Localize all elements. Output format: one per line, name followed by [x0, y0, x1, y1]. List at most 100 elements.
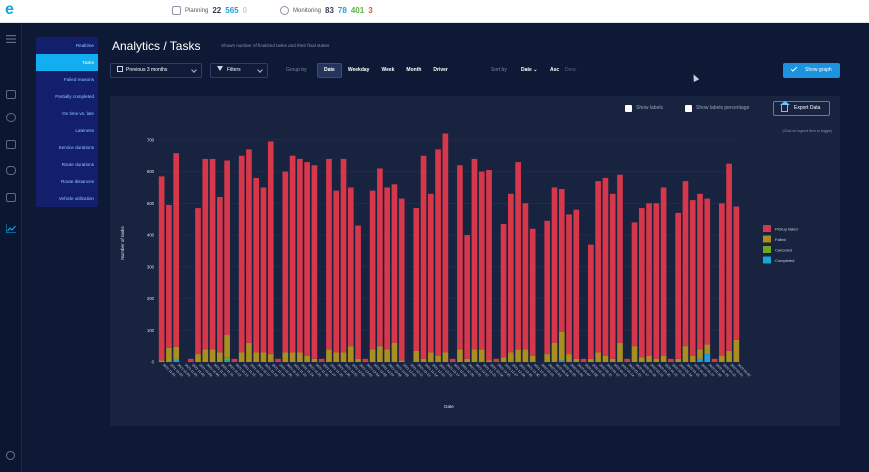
globe-icon[interactable] [6, 113, 16, 122]
bar-segment [646, 355, 652, 362]
sort-by-dropdown[interactable]: Date ⌄ [521, 63, 537, 78]
legend-label: Completed [775, 258, 794, 263]
monitoring-count-a: 83 [325, 6, 334, 15]
bar-segment [246, 149, 252, 343]
show-graph-button[interactable]: Show graph [783, 63, 840, 78]
bar-segment [384, 349, 390, 362]
bar-segment [631, 346, 638, 362]
bar-segment [529, 228, 536, 356]
tasks-bar-chart: 0 100 200 300 400 500 600 700 Number of tasks Dat… [120, 129, 832, 409]
nav-item-failed-reasons[interactable]: Failed reasons [36, 71, 98, 88]
grid-icon[interactable] [6, 90, 16, 99]
show-labels-percentage-toggle[interactable]: Show labels percentage [685, 103, 749, 113]
bar-segment [631, 222, 638, 347]
filter-icon [217, 66, 223, 71]
legend-label: Canceled [775, 247, 792, 252]
nav-item-tasks[interactable]: Tasks [36, 54, 98, 71]
export-data-button[interactable]: Export Data [773, 101, 830, 116]
chevron-down-icon [191, 67, 197, 73]
show-labels-toggle[interactable]: Show labels [625, 103, 663, 113]
bar-segment [566, 214, 572, 355]
bar-segment [668, 358, 674, 362]
bar-segment [471, 349, 478, 362]
bar-segment [347, 346, 354, 362]
people-icon[interactable] [6, 140, 16, 149]
bar-segment [398, 360, 405, 362]
bar-segment [311, 358, 318, 362]
monitoring-status[interactable]: Monitoring 83 78 401 3 [280, 6, 373, 15]
bar-segment [726, 350, 732, 362]
bar-segment [377, 168, 383, 347]
calendar-icon[interactable] [6, 193, 16, 202]
nav-item-partially-completed[interactable]: Partially completed [36, 88, 98, 105]
bar-segment [500, 357, 507, 362]
bar-segment [478, 349, 485, 362]
show-labels-percentage-checkbox[interactable] [685, 104, 692, 112]
planning-label: Planning [185, 7, 209, 14]
bar-segment [457, 349, 463, 362]
bar-segment [333, 352, 340, 362]
show-labels-percentage-text: Show labels percentage [696, 105, 750, 111]
app-logo[interactable]: e [5, 1, 14, 19]
bar-segment [617, 174, 623, 343]
y-tick-label: 200 [147, 296, 155, 301]
period-dropdown[interactable]: Previous 3 months [110, 63, 202, 78]
bar-segment [508, 193, 514, 353]
bar-segment [398, 198, 405, 361]
nav-item-route-distances[interactable]: Route distances [36, 173, 98, 190]
bar-segment [173, 153, 180, 347]
bar-segment [173, 346, 180, 360]
show-graph-label: Show graph [805, 67, 832, 73]
nav-item-lateness[interactable]: Lateness [36, 122, 98, 139]
bar-segment [369, 349, 376, 362]
group-by-driver[interactable]: Driver [427, 63, 453, 78]
group-by-month[interactable]: Month [400, 63, 427, 78]
planning-count-total: 22 [212, 6, 222, 15]
nav-item-service-durations[interactable]: Service durations [36, 139, 98, 156]
bar-segment [551, 187, 558, 343]
bar-segment [689, 200, 696, 356]
bar-segment [289, 155, 296, 353]
bar-segment [660, 355, 667, 362]
bar-segment [449, 358, 456, 362]
planning-status[interactable]: Planning 22 565 0 [172, 6, 247, 15]
bar-segment [711, 358, 718, 362]
bar-segment [638, 357, 645, 362]
bar-segment [347, 187, 354, 347]
group-by-weekday[interactable]: Weekday [342, 63, 376, 78]
bar-segment [682, 181, 689, 347]
analytics-icon[interactable] [5, 220, 16, 234]
bar-segment [340, 352, 347, 362]
bar-segment [166, 204, 172, 348]
bar-segment [464, 358, 471, 362]
monitoring-count-c: 401 [350, 6, 365, 15]
route-icon[interactable] [6, 166, 16, 175]
sort-by-label: Sort by [491, 67, 507, 73]
show-labels-checkbox[interactable] [625, 104, 632, 112]
bar-segment [653, 203, 660, 359]
menu-icon[interactable] [6, 30, 16, 43]
bar-segment [609, 358, 616, 362]
sort-desc-option[interactable]: Desc [565, 63, 576, 78]
monitoring-count-b: 78 [337, 6, 347, 15]
show-labels-text: Show labels [636, 105, 663, 111]
legend-swatch [763, 256, 771, 264]
nav-item-on-time-vs-late[interactable]: On time vs. late [36, 105, 98, 122]
bar-segment [217, 352, 223, 362]
nav-item-vehicle-utilization[interactable]: Vehicle utilization [36, 190, 98, 207]
bar-segment [515, 162, 521, 350]
group-by-options: Date Weekday Week Month Driver [317, 63, 454, 78]
nav-item-route-durations[interactable]: Route durations [36, 156, 98, 173]
bar-segment [311, 165, 318, 359]
nav-item-realtime[interactable]: Realtime [36, 37, 98, 54]
group-by-date[interactable]: Date [317, 63, 342, 78]
sort-asc-option[interactable]: Asc [550, 63, 559, 78]
bar-segment [522, 203, 529, 350]
group-by-week[interactable]: Week [375, 63, 400, 78]
bar-segment [267, 141, 274, 355]
filters-dropdown[interactable]: Filters [210, 63, 268, 78]
help-icon[interactable] [6, 451, 15, 460]
bar-segment [246, 342, 252, 362]
bar-segment [638, 208, 645, 358]
bar-segment [602, 177, 609, 356]
